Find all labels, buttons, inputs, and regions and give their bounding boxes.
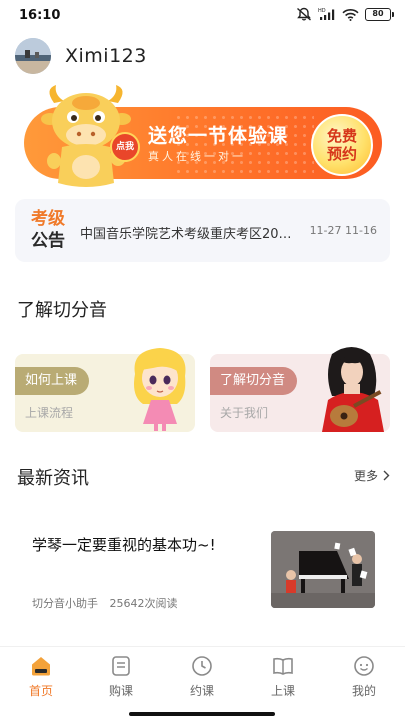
tab-label: 我的 (351, 684, 376, 698)
avatar[interactable] (15, 38, 51, 74)
card-sub: 上课流程 (25, 406, 74, 420)
open-book-icon (273, 657, 293, 675)
tab-label: 购课 (108, 684, 133, 698)
notice-badge: 考级 公告 (28, 208, 68, 252)
username: Ximi123 (65, 45, 147, 67)
news-thumbnail[interactable] (271, 531, 375, 608)
mute-bell-icon (297, 7, 311, 21)
free-booking-button[interactable]: 免费 预约 (311, 114, 373, 176)
trial-lesson-banner[interactable]: 点我 送您一节体验课 真人在线一对一 免费 预约 (24, 83, 382, 193)
tab-mine[interactable]: 我的 (334, 655, 394, 701)
smiley-face-icon (354, 656, 374, 676)
wifi-icon (342, 8, 359, 21)
document-icon (112, 656, 130, 676)
bottom-tab-bar: 首页 购课 约课 上课 我的 (0, 646, 405, 706)
user-row[interactable]: Ximi123 (15, 37, 147, 75)
chevron-right-icon (383, 470, 390, 481)
news-meta: 切分音小助手 25642次阅读 (32, 595, 178, 611)
more-label: 更多 (353, 469, 378, 483)
free-line2: 预约 (326, 145, 357, 163)
free-line1: 免费 (326, 127, 357, 145)
about-us-card[interactable]: 了解切分音 关于我们 (210, 347, 390, 432)
tab-attend-class[interactable]: 上课 (253, 655, 313, 701)
girl-cartoon-icon (134, 348, 186, 431)
banner-title: 送您一节体验课 (148, 125, 289, 147)
status-time: 16:10 (19, 8, 61, 23)
battery-icon: 80 (365, 7, 394, 21)
notice-badge-line1: 考级 (31, 209, 65, 229)
tab-home[interactable]: 首页 (11, 655, 71, 701)
status-bar: 16:10 HD 80 (0, 0, 405, 32)
notice-text[interactable]: 中国音乐学院艺术考级重庆考区2023年… (80, 223, 292, 242)
tab-buy-course[interactable]: 购课 (91, 655, 151, 701)
home-indicator[interactable] (129, 712, 275, 716)
tab-label: 上课 (270, 684, 295, 698)
card-label: 了解切分音 (210, 367, 298, 395)
notice-date: 11-27 11-16 (309, 224, 377, 237)
home-icon (32, 657, 50, 676)
click-me-badge[interactable]: 点我 (110, 132, 140, 162)
banner-subtitle: 真人在线一对一 (148, 150, 246, 163)
news-title[interactable]: 学琴一定要重视的基本功~! (32, 534, 216, 555)
clock-icon (192, 656, 212, 676)
card-label: 如何上课 (15, 367, 90, 395)
section-title-about: 了解切分音 (17, 300, 107, 321)
exam-notice-bar[interactable]: 考级 公告 中国音乐学院艺术考级重庆考区2023年… 11-27 11-16 (15, 199, 390, 262)
tab-label: 约课 (189, 684, 214, 698)
tab-label: 首页 (28, 684, 53, 698)
news-author: 切分音小助手 (32, 597, 98, 610)
notice-badge-line2: 公告 (31, 231, 65, 251)
status-icons: HD 80 (296, 7, 394, 21)
card-sub: 关于我们 (220, 406, 269, 420)
signal-icon: HD (318, 8, 335, 20)
guitarist-photo (322, 347, 384, 432)
section-title-news: 最新资讯 (17, 468, 89, 489)
more-news-link[interactable]: 更多 (354, 467, 390, 484)
how-to-class-card[interactable]: 如何上课 上课流程 (15, 348, 195, 432)
svg-text:HD: HD (318, 8, 326, 14)
tab-book-class[interactable]: 约课 (172, 655, 232, 701)
news-reads: 25642次阅读 (109, 597, 178, 610)
